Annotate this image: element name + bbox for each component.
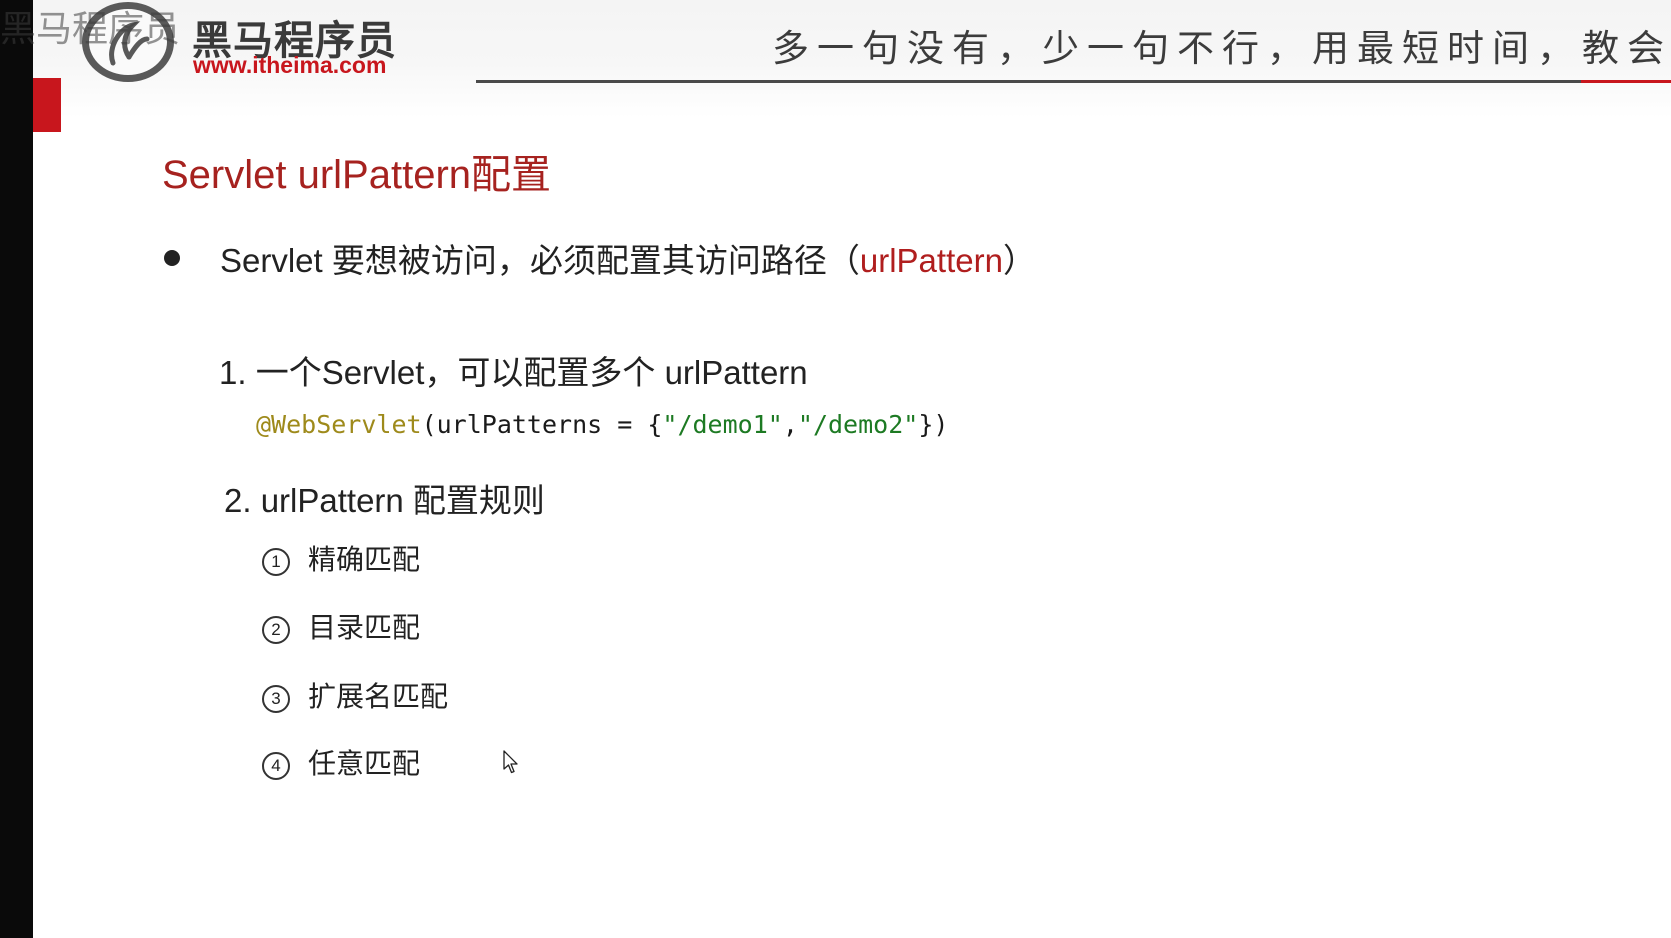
list-item-2: 2. urlPattern 配置规则 xyxy=(224,482,545,519)
header-divider xyxy=(476,80,1581,83)
bullet-main-text: Servlet 要想被访问，必须配置其访问路径（ xyxy=(220,242,860,279)
left-black-bar xyxy=(0,0,33,938)
rule-exact-match: 1 精确匹配 xyxy=(262,538,420,578)
code-example: @WebServlet(urlPatterns = {"/demo1","/de… xyxy=(256,410,948,439)
circled-number-icon: 2 xyxy=(262,616,290,644)
bullet-close-paren: ） xyxy=(1002,242,1036,279)
logo-url: www.itheima.com xyxy=(193,52,387,78)
rule-label: 精确匹配 xyxy=(308,544,421,575)
bullet-icon xyxy=(164,250,180,266)
rule-label: 目录匹配 xyxy=(308,612,421,643)
mouse-pointer-icon xyxy=(503,750,518,774)
rule-label: 任意匹配 xyxy=(308,748,421,779)
slide-title: Servlet urlPattern配置 xyxy=(162,153,552,197)
header-divider-accent xyxy=(1581,80,1671,83)
left-red-accent xyxy=(33,78,61,132)
circled-number-icon: 4 xyxy=(262,752,290,780)
list-item-1: 1. 一个Servlet，可以配置多个 urlPattern xyxy=(219,354,808,391)
rule-directory-match: 2 目录匹配 xyxy=(262,606,420,646)
code-string-1: "/demo1" xyxy=(662,410,783,439)
code-comma: , xyxy=(782,410,798,439)
rule-label: 扩展名匹配 xyxy=(308,681,449,712)
rule-extension-match: 3 扩展名匹配 xyxy=(262,675,448,715)
code-string-2: "/demo2" xyxy=(797,410,919,439)
circled-number-icon: 1 xyxy=(262,548,290,576)
code-part-2: }) xyxy=(918,410,949,439)
circled-number-icon: 3 xyxy=(262,685,290,713)
code-annotation: @WebServlet xyxy=(256,410,422,439)
rule-any-match: 4 任意匹配 xyxy=(262,742,420,782)
header-slogan: 多一句没有，少一句不行，用最短时间，教会最 xyxy=(772,27,1671,70)
code-part-1: (urlPatterns = { xyxy=(421,410,663,439)
bullet-highlight: urlPattern xyxy=(859,242,1003,279)
overlay-watermark-text: 黑马程序员 xyxy=(0,9,181,50)
bullet-text: Servlet 要想被访问，必须配置其访问路径（urlPattern） xyxy=(220,234,1036,282)
